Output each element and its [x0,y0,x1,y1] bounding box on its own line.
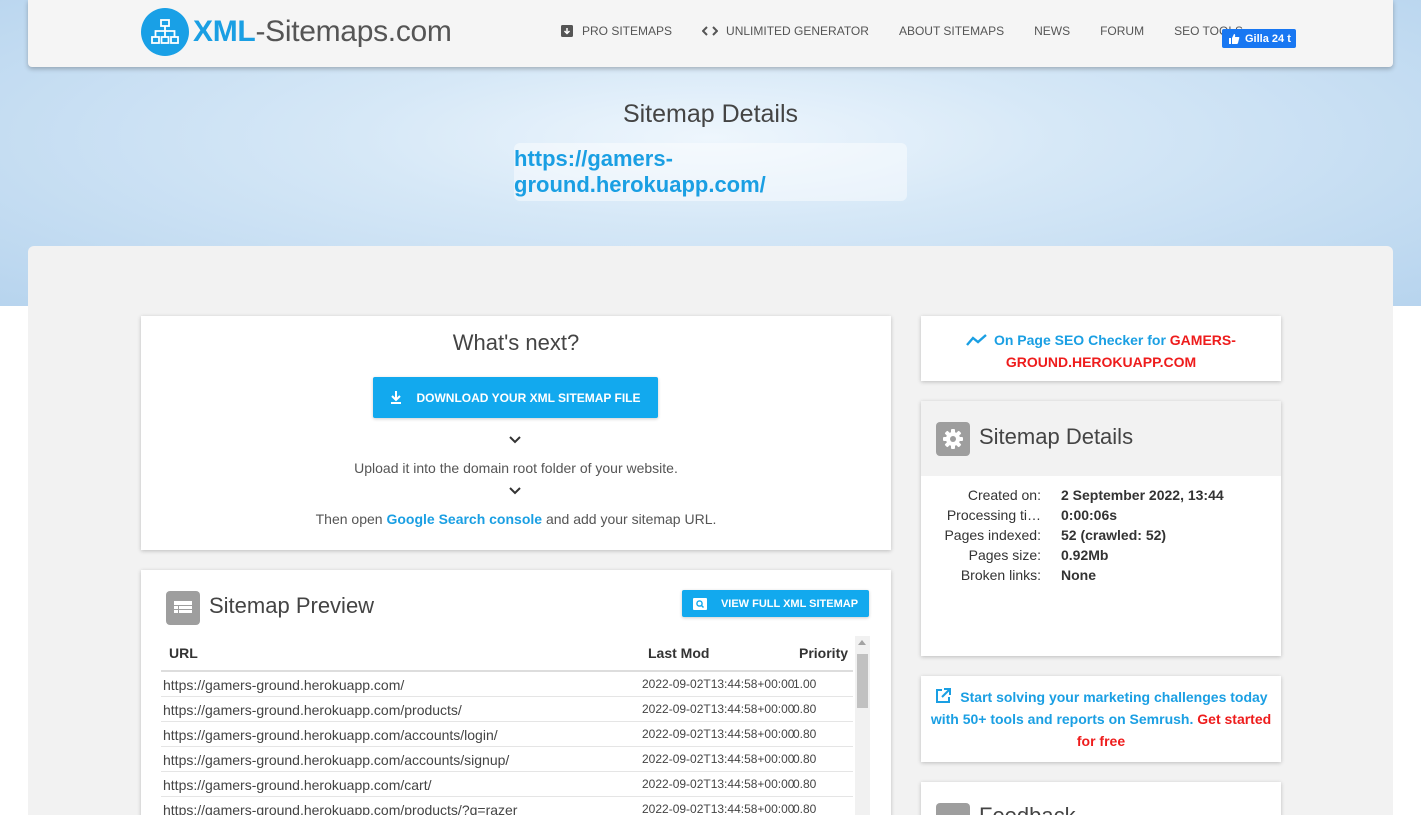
sitemap-preview-title: Sitemap Preview [209,593,375,618]
details-header: Sitemap Details [921,401,1281,476]
whats-next-card: What's next? DOWNLOAD YOUR XML SITEMAP F… [141,316,891,550]
sitemap-table-body: https://gamers-ground.herokuapp.com/ 202… [161,672,853,815]
upload-instruction: Upload it into the domain root folder of… [354,460,678,476]
row-priority: 0.80 [793,727,817,741]
external-link-icon [936,688,952,703]
column-header-last-mod[interactable]: Last Mod [648,645,709,661]
table-row: https://gamers-ground.herokuapp.com/ 202… [161,672,853,697]
seo-checker-label: On Page SEO Checker for [993,332,1166,348]
scroll-up-arrow[interactable] [858,640,866,645]
semrush-line-2: with 50+ tools and reports on Semrush. [930,711,1194,727]
sitemap-logo-icon [141,8,189,56]
column-header-priority[interactable]: Priority [799,645,848,661]
row-priority: 0.80 [793,752,817,766]
thumbs-up-icon [1229,33,1240,44]
row-url[interactable]: https://gamers-ground.herokuapp.com/acco… [163,727,498,743]
row-url[interactable]: https://gamers-ground.herokuapp.com/acco… [163,752,509,768]
semrush-cta-2: for free [1076,733,1126,749]
row-priority: 1.00 [793,677,817,691]
chat-icon [936,803,970,815]
table-row: https://gamers-ground.herokuapp.com/prod… [161,797,853,815]
semrush-cta-1: Get started [1197,711,1272,727]
row-last-mod: 2022-09-02T13:44:58+00:00 [642,677,795,691]
sitemap-details-title: Sitemap Details [979,424,1134,449]
row-last-mod: 2022-09-02T13:44:58+00:00 [642,802,795,815]
row-priority: 0.80 [793,802,817,815]
code-icon [702,26,719,36]
row-last-mod: 2022-09-02T13:44:58+00:00 [642,752,795,766]
logo-text: XML-Sitemaps.com [193,15,452,48]
view-full-sitemap-button[interactable]: VIEW FULL XML SITEMAP [682,590,869,617]
nav-unlimited-generator[interactable]: UNLIMITED GENERATOR [702,24,869,38]
archive-icon [561,25,573,37]
sitemap-details-card: Sitemap Details Created on: 2 September … [921,401,1281,656]
table-row: https://gamers-ground.herokuapp.com/acco… [161,747,853,772]
trend-line-icon [966,334,987,346]
site-url-link[interactable]: https://gamers-ground.herokuapp.com/ [514,143,907,201]
table-row: https://gamers-ground.herokuapp.com/acco… [161,722,853,747]
row-url[interactable]: https://gamers-ground.herokuapp.com/ [163,677,404,693]
seo-checker-domain-2: GROUND.HEROKUAPP.COM [1005,354,1197,370]
gear-icon [936,422,970,456]
row-url[interactable]: https://gamers-ground.herokuapp.com/cart… [163,777,431,793]
site-logo[interactable]: XML-Sitemaps.com [141,8,452,56]
main-nav: PRO SITEMAPS UNLIMITED GENERATOR ABOUT S… [560,24,1273,38]
row-last-mod: 2022-09-02T13:44:58+00:00 [642,777,795,791]
sitemap-preview-card: Sitemap Preview VIEW FULL XML SITEMAP UR… [141,570,891,815]
page-title: Sitemap Details [622,100,799,128]
download-sitemap-button[interactable]: DOWNLOAD YOUR XML SITEMAP FILE [373,377,658,418]
nav-pro-sitemaps[interactable]: PRO SITEMAPS [560,24,672,38]
row-url[interactable]: https://gamers-ground.herokuapp.com/prod… [163,702,462,718]
feedback-card: Feedback [921,782,1281,815]
row-priority: 0.80 [793,702,817,716]
chevron-down-icon [509,487,521,495]
search-icon [692,597,707,610]
seo-checker-domain-1: GAMERS- [1169,332,1236,348]
nav-about-sitemaps[interactable]: ABOUT SITEMAPS [899,24,1004,38]
google-search-console-link[interactable]: Google Search console [386,511,542,527]
facebook-like-button[interactable]: Gilla 24 t [1222,29,1296,48]
feedback-title: Feedback [979,803,1076,815]
top-navbar: XML-Sitemaps.com PRO SITEMAPS UNLIMITED … [28,0,1393,67]
nav-forum[interactable]: FORUM [1100,24,1144,38]
search-console-instruction: Then open Google Search console and add … [315,511,717,527]
column-header-url[interactable]: URL [169,645,198,661]
semrush-promo-card[interactable]: Start solving your marketing challenges … [921,676,1281,762]
seo-checker-card[interactable]: On Page SEO Checker for GAMERS- GROUND.H… [921,316,1281,381]
whats-next-title: What's next? [452,330,580,355]
row-last-mod: 2022-09-02T13:44:58+00:00 [642,727,795,741]
row-url[interactable]: https://gamers-ground.herokuapp.com/prod… [163,802,517,815]
chevron-down-icon [509,436,521,444]
list-icon [166,591,200,625]
download-icon [391,391,402,404]
scrollbar-thumb[interactable] [857,654,868,708]
table-row: https://gamers-ground.herokuapp.com/prod… [161,697,853,722]
row-last-mod: 2022-09-02T13:44:58+00:00 [642,702,795,716]
nav-news[interactable]: NEWS [1034,24,1070,38]
table-row: https://gamers-ground.herokuapp.com/cart… [161,772,853,797]
row-priority: 0.80 [793,777,817,791]
table-header: URL Last Mod Priority [161,636,853,672]
semrush-line-1: Start solving your marketing challenges … [960,689,1268,705]
